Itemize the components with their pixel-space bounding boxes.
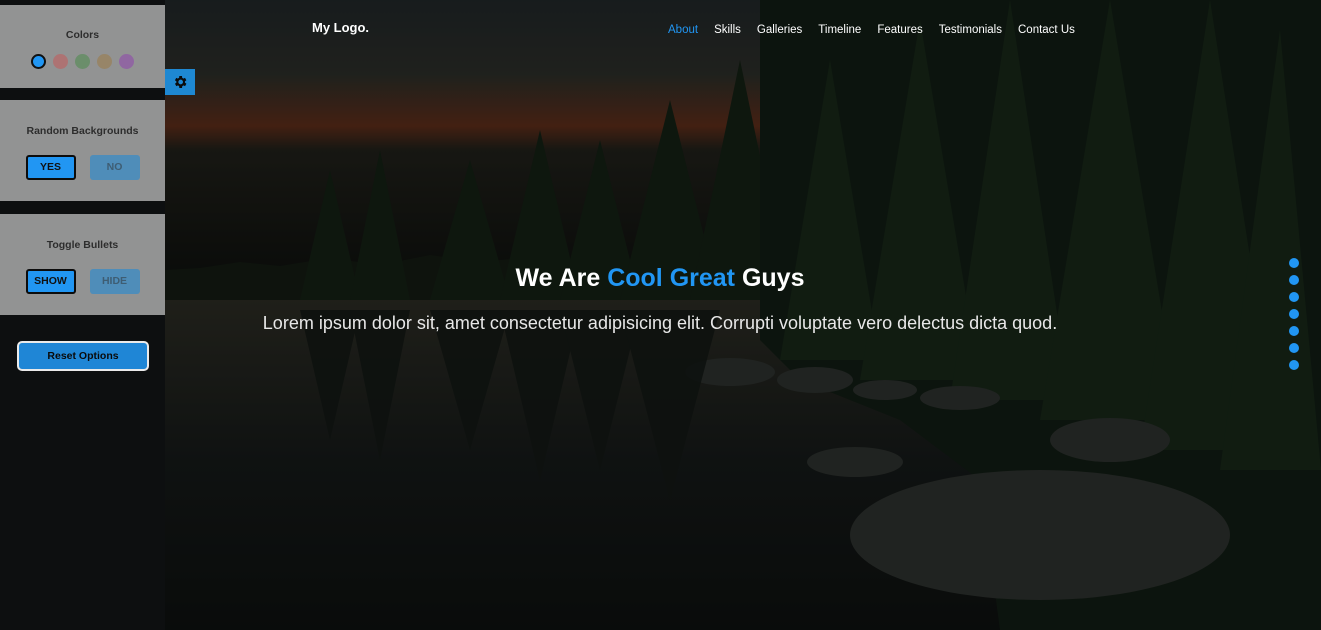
gear-icon (174, 76, 187, 88)
intro-title-highlight: Cool Great (607, 264, 735, 292)
random-backgrounds-option: Random Backgrounds YES NO (0, 100, 165, 201)
logo[interactable]: My Logo. (312, 20, 369, 35)
color-swatch-green[interactable] (75, 54, 90, 69)
toggle-bullets-title: Toggle Bullets (46, 239, 119, 251)
nav-bullets (1289, 258, 1299, 370)
toggle-bullets-option: Toggle Bullets SHOW HIDE (0, 214, 165, 315)
nav-skills[interactable]: Skills (714, 24, 741, 36)
nav-features[interactable]: Features (877, 24, 922, 36)
colors-title: Colors (65, 29, 100, 41)
settings-toggle-button[interactable] (165, 69, 195, 95)
main-nav: About Skills Galleries Timeline Features… (668, 24, 1091, 36)
nav-bullet[interactable] (1289, 292, 1299, 302)
intro-text: Lorem ipsum dolor sit, amet consectetur … (262, 313, 1058, 333)
color-swatches (0, 54, 165, 69)
color-swatch-brown[interactable] (97, 54, 112, 69)
nav-testimonials[interactable]: Testimonials (939, 24, 1002, 36)
colors-option: Colors (0, 5, 165, 88)
random-backgrounds-title: Random Backgrounds (26, 125, 139, 137)
nav-timeline[interactable]: Timeline (818, 24, 861, 36)
nav-bullet[interactable] (1289, 275, 1299, 285)
nav-bullet[interactable] (1289, 258, 1299, 268)
color-swatch-purple[interactable] (119, 54, 134, 69)
nav-about[interactable]: About (668, 24, 698, 36)
backgrounds-yes-button[interactable]: YES (25, 155, 76, 180)
nav-galleries[interactable]: Galleries (757, 24, 802, 36)
nav-bullet[interactable] (1289, 360, 1299, 370)
landing-section: My Logo. About Skills Galleries Timeline… (0, 0, 1321, 630)
nav-bullet[interactable] (1289, 343, 1299, 353)
backgrounds-no-button[interactable]: NO (89, 155, 140, 180)
nav-contact-us[interactable]: Contact Us (1018, 24, 1075, 36)
settings-panel: Colors Random Backgrounds YES NO Toggle … (0, 0, 165, 630)
intro: We Are Cool Great Guys Lorem ipsum dolor… (165, 264, 1155, 334)
intro-title: We Are Cool Great Guys (515, 264, 805, 292)
nav-bullet[interactable] (1289, 309, 1299, 319)
bullets-hide-button[interactable]: HIDE (89, 269, 140, 294)
color-swatch-red[interactable] (53, 54, 68, 69)
nav-bullet[interactable] (1289, 326, 1299, 336)
color-swatch-blue[interactable] (31, 54, 46, 69)
bullets-show-button[interactable]: SHOW (25, 269, 76, 294)
reset-options-button[interactable]: Reset Options (17, 341, 149, 371)
